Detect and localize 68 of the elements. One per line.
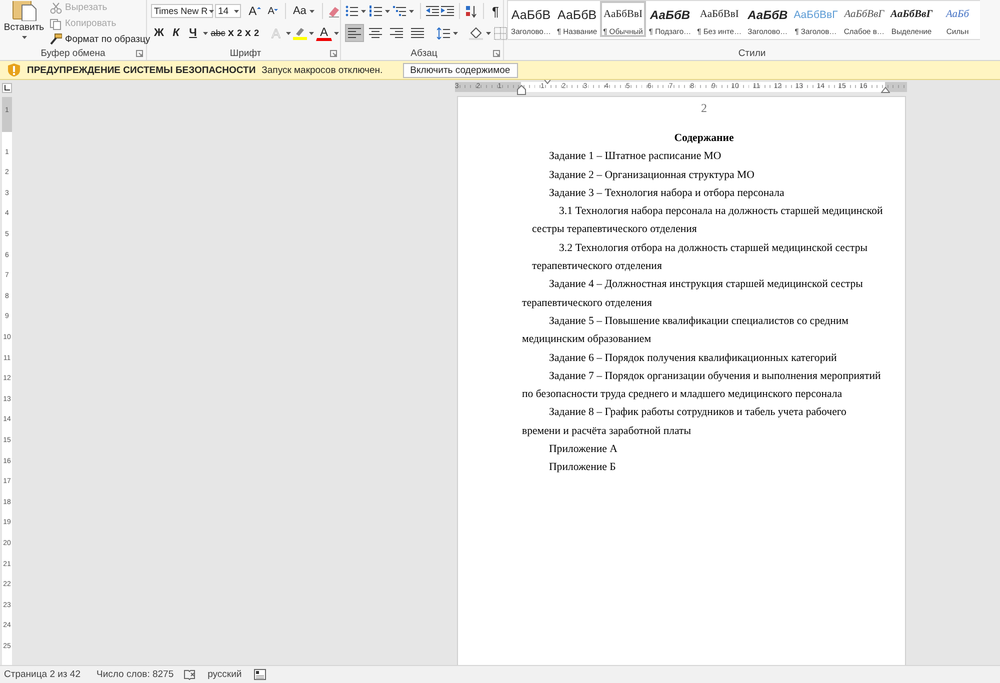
underline-button[interactable]: Ч [185, 24, 201, 42]
page-number: 2 [700, 101, 708, 115]
tab-selector-icon[interactable] [2, 83, 12, 93]
toc-entry: Задание 6 – Порядок получения квалификационных категорий [548, 350, 838, 366]
warning-title: ПРЕДУПРЕЖДЕНИЕ СИСТЕМЫ БЕЗОПАСНОСТИ [27, 64, 256, 76]
ruler-margin [455, 82, 521, 92]
up-arrow-icon [256, 7, 261, 9]
increase-indent-icon[interactable] [441, 5, 454, 17]
down-arrow-icon [274, 8, 278, 10]
toc-entry: Задание 4 – Должностная инструкция старшей медицинской сестры терапевтического отделения [522, 277, 864, 311]
font-size-field[interactable]: 14 [215, 4, 241, 18]
group-label: Стили [738, 48, 766, 59]
grow-font-button[interactable]: A [246, 3, 264, 19]
align-left-icon [348, 27, 361, 39]
font-color-button[interactable]: A [316, 25, 332, 41]
toc-entry: 3.2 Технология отбора на должность старшей медицинской сестры терапевтического отделения [531, 240, 868, 274]
page-count[interactable]: Страница 2 из 42 [4, 669, 80, 680]
toc-entry: Задание 1 – Штатное расписание МО [548, 149, 722, 164]
enable-content-button[interactable]: Включить содержимое [402, 62, 518, 78]
show-formatting-button[interactable]: ¶ [489, 2, 502, 20]
multilevel-list-icon[interactable] [393, 5, 406, 17]
line-spacing-icon[interactable] [437, 26, 450, 40]
group-label: Буфер обмена [40, 48, 106, 59]
dialog-launcher-icon[interactable] [493, 50, 500, 57]
ruler-margin [885, 82, 907, 92]
macro-recording-icon[interactable] [254, 669, 266, 680]
strikethrough-button[interactable]: abc [210, 24, 226, 42]
scissors-icon [49, 2, 62, 14]
align-justify-icon [411, 27, 424, 39]
toc-entry: Приложение Б [548, 460, 617, 476]
ruler-margin [2, 97, 12, 132]
sort-icon[interactable] [465, 4, 478, 18]
align-center-icon [369, 27, 382, 39]
proofing-book-icon[interactable] [184, 669, 196, 680]
toc-entry: Задание 2 – Организационная структура МО [548, 168, 756, 183]
warning-message: Запуск макросов отключен. [262, 64, 383, 76]
format-painter-button[interactable]: Формат по образцу [46, 31, 154, 48]
eraser-icon[interactable] [326, 4, 340, 18]
caret-icon [20, 33, 28, 41]
toc-entry: Задание 7 – Порядок организации обучения и выполнения мероприятий по безопасности труда среднего и младшего медицинского персонала [522, 368, 882, 402]
paste-button[interactable]: Вставить [4, 0, 44, 47]
toc-entry: 3.1 Технология набора персонала на должность старшей медицинской сестры терапевтического отделения [531, 204, 884, 238]
change-case-button[interactable]: Aa [290, 4, 318, 18]
font-name-field[interactable]: Times New R [151, 4, 213, 18]
dialog-launcher-icon[interactable] [136, 50, 143, 57]
group-label: Абзац [410, 48, 438, 59]
copy-icon [49, 18, 62, 30]
dialog-launcher-icon[interactable] [330, 50, 337, 57]
highlighter-icon[interactable] [293, 26, 307, 40]
bulleted-list-icon[interactable] [345, 5, 358, 17]
toc-entry: Задание 8 – График работы сотрудников и табель учета рабочего времени и расчёта заработной платы [522, 405, 848, 439]
word-count[interactable]: Число слов: 8275 [96, 669, 174, 680]
shrink-font-button[interactable]: A [264, 4, 282, 18]
toc-entry: Задание 3 – Технология набора и отбора персонала [548, 186, 786, 201]
warning-shield-icon [7, 63, 21, 77]
hanging-indent-icon[interactable] [517, 85, 526, 95]
decrease-indent-icon[interactable] [426, 5, 439, 17]
paintbrush-icon [49, 33, 62, 46]
toc-entry: Задание 5 – Повышение квалификации специалистов со средним медицинским образованием [522, 314, 850, 348]
bold-button[interactable]: Ж [151, 24, 167, 42]
group-label: Шрифт [230, 48, 262, 59]
italic-button[interactable]: К [168, 24, 184, 42]
numbered-list-icon[interactable] [369, 5, 382, 17]
toc-entry: Приложение А [548, 442, 618, 458]
language-indicator[interactable]: русский [208, 669, 242, 680]
align-right-icon [390, 27, 403, 39]
align-left-button[interactable] [345, 24, 364, 42]
toc-heading: Содержание [673, 131, 735, 146]
